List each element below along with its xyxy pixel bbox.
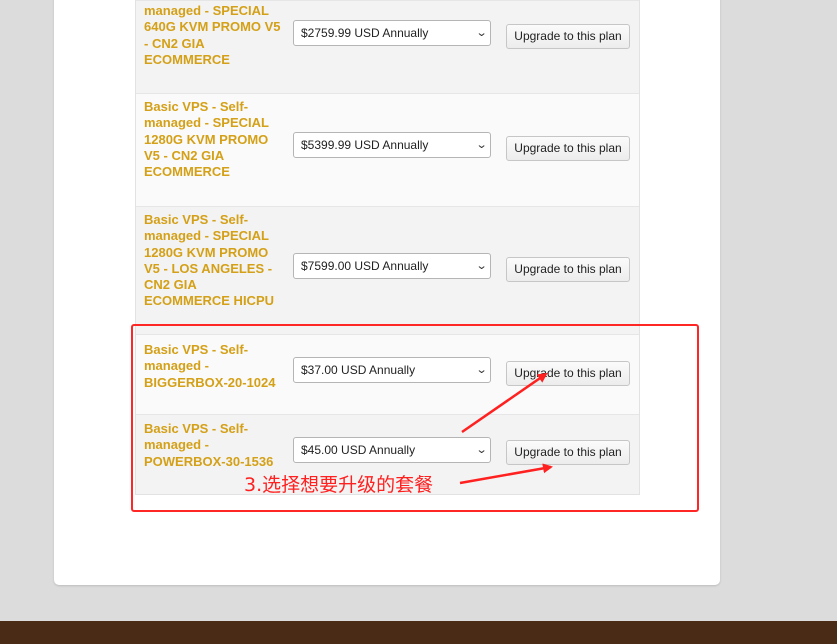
arrow-to-powerbox xyxy=(459,463,553,485)
arrow-to-biggerbox xyxy=(461,372,548,434)
annotation-arrows xyxy=(459,372,553,485)
annotation-label: 3.选择想要升级的套餐 xyxy=(244,474,434,496)
footer-bar xyxy=(0,621,837,644)
